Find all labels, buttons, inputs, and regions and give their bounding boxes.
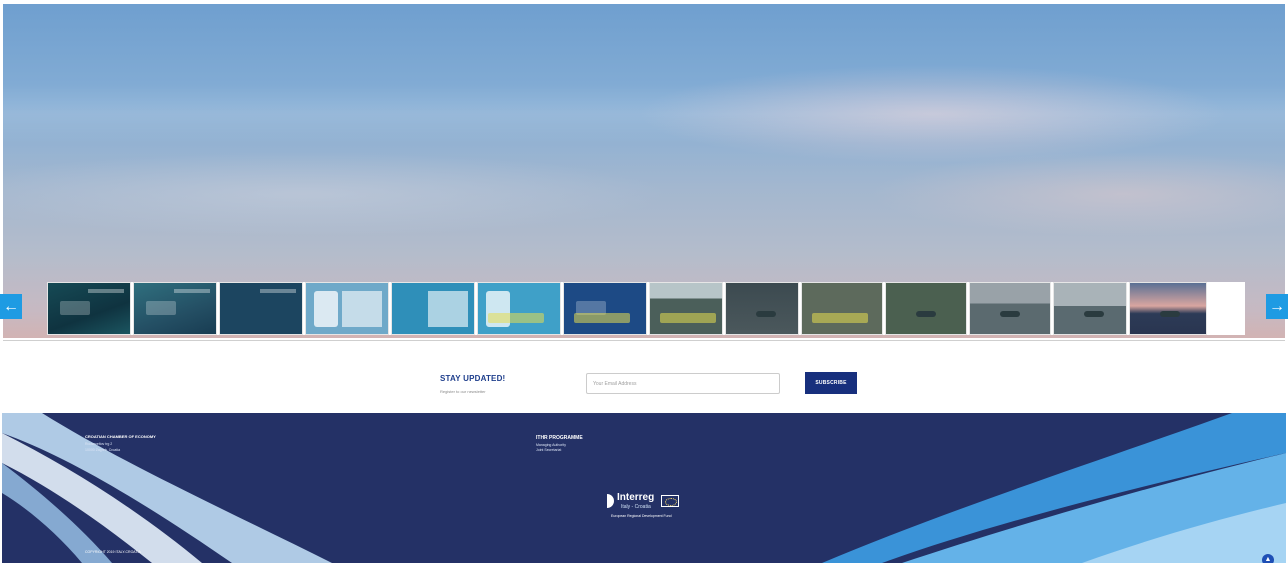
- thumbnail-2[interactable]: [133, 282, 217, 335]
- interreg-mark-icon: [607, 494, 614, 508]
- thumbnail-4[interactable]: [305, 282, 389, 335]
- thumbnail-3[interactable]: [219, 282, 303, 335]
- footer-org-name: CROATIAN CHAMBER OF ECONOMY: [85, 434, 156, 439]
- footer-contact-col: CROATIAN CHAMBER OF ECONOMY Rooseveltov …: [85, 434, 156, 453]
- subscribe-button[interactable]: SUBSCRIBE: [805, 372, 857, 394]
- hero-banner: [3, 4, 1285, 338]
- sky-haze: [3, 84, 1285, 144]
- thumbnail-6[interactable]: [477, 282, 561, 335]
- email-input[interactable]: [586, 373, 780, 394]
- thumbnail-5[interactable]: [391, 282, 475, 335]
- thumbnail-strip: [47, 282, 1245, 335]
- footer-wave-decoration: [2, 413, 1286, 563]
- eu-flag-icon: [661, 495, 679, 507]
- footer: CROATIAN CHAMBER OF ECONOMY Rooseveltov …: [2, 413, 1286, 563]
- thumbnail-13[interactable]: [1053, 282, 1127, 335]
- section-divider: [3, 340, 1285, 341]
- copyright-text: COPYRIGHT 2019 ITALY-CROATIA: [85, 550, 141, 554]
- back-to-top-icon[interactable]: ▲: [1262, 554, 1274, 563]
- footer-link-joint-secretariat[interactable]: Joint Secretariat: [536, 448, 583, 453]
- newsletter-subtitle: Register to our newsletter: [440, 389, 486, 394]
- gallery-next-arrow-icon[interactable]: →: [1266, 294, 1288, 319]
- thumbnail-11[interactable]: [885, 282, 967, 335]
- logo-name: Interreg: [617, 492, 655, 503]
- footer-address-line: 10000 Zagreb, Croatia: [85, 448, 121, 452]
- thumbnail-14[interactable]: [1129, 282, 1207, 335]
- thumbnail-1[interactable]: [47, 282, 131, 335]
- logo-fund-text: European Regional Development Fund: [611, 514, 672, 518]
- thumbnail-10[interactable]: [801, 282, 883, 335]
- logo-subtitle: Italy - Croatia: [621, 504, 651, 510]
- thumbnail-12[interactable]: [969, 282, 1051, 335]
- thumbnail-9[interactable]: [725, 282, 799, 335]
- thumbnail-8[interactable]: [649, 282, 723, 335]
- gallery-prev-arrow-icon[interactable]: ←: [0, 294, 22, 319]
- footer-programme-name: ITHR PROGRAMME: [536, 435, 583, 441]
- thumbnail-7[interactable]: [563, 282, 647, 335]
- footer-programme-col: ITHR PROGRAMME Managing Authority Joint …: [536, 435, 583, 453]
- newsletter-title: STAY UPDATED!: [440, 374, 506, 383]
